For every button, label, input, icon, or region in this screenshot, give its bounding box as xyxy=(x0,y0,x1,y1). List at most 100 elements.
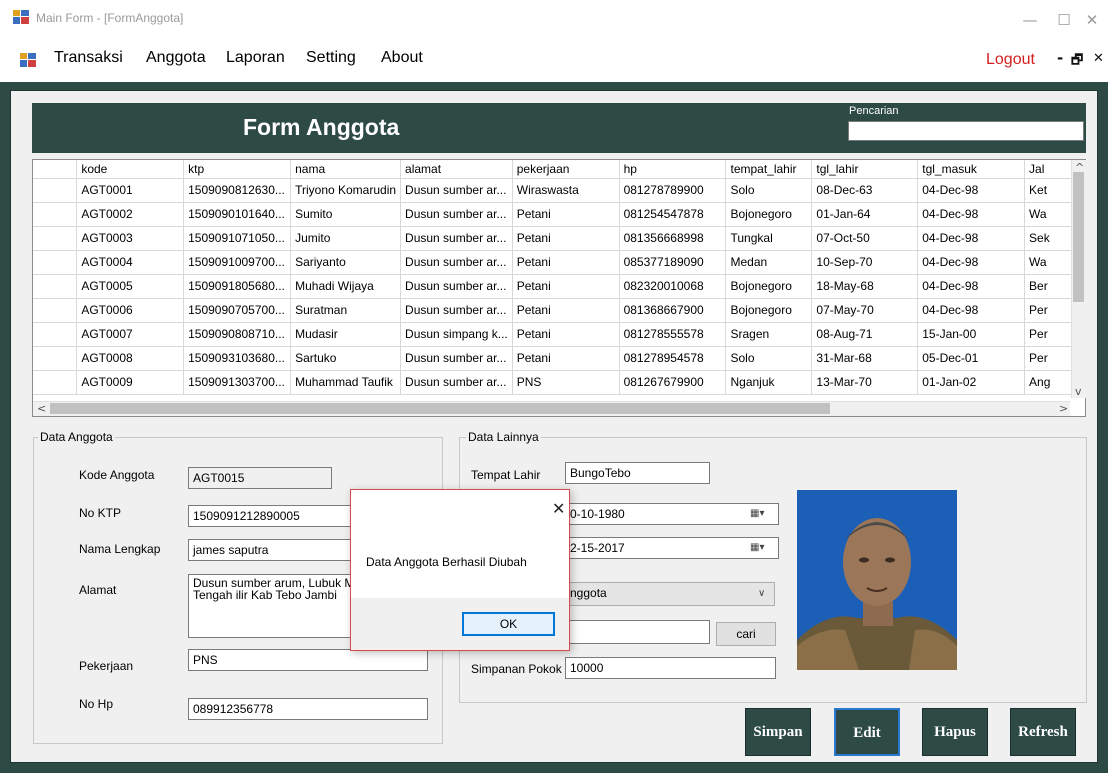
table-row[interactable]: AGT0008 1509093103680... Sartuko Dusun sumb… xyxy=(33,346,1085,371)
table-cell[interactable]: 08-Dec-63 xyxy=(811,178,919,203)
scroll-up-icon[interactable]: ^ xyxy=(1075,161,1084,174)
table-cell[interactable]: Solo xyxy=(725,346,813,371)
scroll-left-icon[interactable]: < xyxy=(37,402,46,415)
table-cell[interactable]: Suratman xyxy=(290,298,402,323)
table-cell[interactable]: Petani xyxy=(512,298,620,323)
table-cell[interactable]: AGT0008 xyxy=(76,346,185,371)
table-cell[interactable]: AGT0005 xyxy=(76,274,185,299)
cari-button[interactable]: cari xyxy=(716,622,776,646)
table-cell[interactable]: 082320010068 xyxy=(619,274,727,299)
no-hp-field[interactable]: 089912356778 xyxy=(188,698,428,720)
table-cell[interactable]: Dusun sumber ar... xyxy=(400,202,513,227)
table-cell[interactable]: Dusun simpang k... xyxy=(400,322,513,347)
table-cell[interactable]: AGT0009 xyxy=(76,370,185,395)
mdi-close-button[interactable]: ✕ xyxy=(1093,51,1104,66)
table-cell[interactable]: Dusun sumber ar... xyxy=(400,298,513,323)
tempat-lahir-field[interactable]: BungoTebo xyxy=(565,462,710,484)
table-cell[interactable]: 05-Dec-01 xyxy=(917,346,1026,371)
table-cell[interactable]: Bojonegoro xyxy=(725,274,813,299)
table-cell[interactable]: Triyono Komarudin xyxy=(290,178,402,203)
column-header[interactable]: nama xyxy=(290,160,402,179)
table-cell[interactable]: 1509093103680... xyxy=(183,346,292,371)
row-header[interactable] xyxy=(33,370,78,395)
table-cell[interactable]: Bojonegoro xyxy=(725,298,813,323)
anggota-grid[interactable]: kode ktp nama alamat pekerjaan hp tempat… xyxy=(32,159,1086,417)
simpanan-pokok-field[interactable]: 10000 xyxy=(565,657,776,679)
table-cell[interactable]: Dusun sumber ar... xyxy=(400,178,513,203)
column-header[interactable]: hp xyxy=(619,160,727,179)
table-cell[interactable]: Solo xyxy=(725,178,813,203)
table-cell[interactable]: Sumito xyxy=(290,202,402,227)
menu-about[interactable]: About xyxy=(381,49,423,67)
table-cell[interactable]: 04-Dec-98 xyxy=(917,250,1026,275)
table-cell[interactable]: 081278789900 xyxy=(619,178,727,203)
close-button[interactable]: ✕ xyxy=(1077,8,1107,32)
table-cell[interactable]: Dusun sumber ar... xyxy=(400,274,513,299)
table-cell[interactable]: AGT0002 xyxy=(76,202,185,227)
row-header[interactable] xyxy=(33,178,78,203)
scroll-down-icon[interactable]: v xyxy=(1075,385,1082,398)
row-header[interactable] xyxy=(33,346,78,371)
column-header[interactable]: ktp xyxy=(183,160,292,179)
table-cell[interactable]: Muhammad Taufik xyxy=(290,370,402,395)
table-cell[interactable]: AGT0006 xyxy=(76,298,185,323)
row-header[interactable] xyxy=(33,226,78,251)
table-cell[interactable]: 1509091071050... xyxy=(183,226,292,251)
column-header[interactable]: tgl_masuk xyxy=(917,160,1026,179)
table-cell[interactable]: AGT0004 xyxy=(76,250,185,275)
status-combobox[interactable]: nggota xyxy=(565,582,775,606)
row-header[interactable] xyxy=(33,274,78,299)
table-row[interactable]: AGT0001 1509090812630... Triyono Komarudin… xyxy=(33,178,1085,203)
logout-link[interactable]: Logout xyxy=(986,51,1035,69)
column-header[interactable]: pekerjaan xyxy=(512,160,620,179)
chevron-down-icon[interactable]: ∨ xyxy=(758,588,765,599)
table-cell[interactable]: 01-Jan-64 xyxy=(811,202,919,227)
table-cell[interactable]: 04-Dec-98 xyxy=(917,298,1026,323)
table-cell[interactable]: PNS xyxy=(512,370,620,395)
menu-transaksi[interactable]: Transaksi xyxy=(54,49,123,67)
calendar-dropdown-icon[interactable]: ▦▾ xyxy=(750,508,764,519)
table-cell[interactable]: Sariyanto xyxy=(290,250,402,275)
table-cell[interactable]: 1509091805680... xyxy=(183,274,292,299)
table-cell[interactable]: 07-Oct-50 xyxy=(811,226,919,251)
table-row[interactable]: AGT0003 1509091071050... Jumito Dusun sumbe… xyxy=(33,226,1085,251)
menu-anggota[interactable]: Anggota xyxy=(146,49,206,67)
table-cell[interactable]: Petani xyxy=(512,226,620,251)
table-cell[interactable]: 10-Sep-70 xyxy=(811,250,919,275)
grid-horizontal-scroll-thumb[interactable] xyxy=(50,403,830,414)
table-row[interactable]: AGT0002 1509090101640... Sumito Dusun sumbe… xyxy=(33,202,1085,227)
column-header[interactable]: kode xyxy=(76,160,185,179)
table-cell[interactable]: 085377189090 xyxy=(619,250,727,275)
table-cell[interactable]: 1509090808710... xyxy=(183,322,292,347)
table-cell[interactable]: 1509090101640... xyxy=(183,202,292,227)
maximize-button[interactable]: ☐ xyxy=(1049,8,1079,32)
table-cell[interactable]: 08-Aug-71 xyxy=(811,322,919,347)
table-cell[interactable]: 31-Mar-68 xyxy=(811,346,919,371)
table-cell[interactable]: Petani xyxy=(512,346,620,371)
kode-anggota-field[interactable]: AGT0015 xyxy=(188,467,332,489)
table-cell[interactable]: 1509090812630... xyxy=(183,178,292,203)
table-cell[interactable]: Jumito xyxy=(290,226,402,251)
column-header[interactable]: tgl_lahir xyxy=(811,160,919,179)
row-header[interactable] xyxy=(33,250,78,275)
table-row[interactable]: AGT0009 1509091303700... Muhammad Taufik Du… xyxy=(33,370,1085,395)
table-cell[interactable]: 081278555578 xyxy=(619,322,727,347)
table-cell[interactable]: Petani xyxy=(512,322,620,347)
table-cell[interactable]: AGT0003 xyxy=(76,226,185,251)
table-cell[interactable]: 04-Dec-98 xyxy=(917,274,1026,299)
table-cell[interactable]: Sragen xyxy=(725,322,813,347)
table-cell[interactable]: Sartuko xyxy=(290,346,402,371)
row-header[interactable] xyxy=(33,322,78,347)
table-row[interactable]: AGT0006 1509090705700... Suratman Dusun sum… xyxy=(33,298,1085,323)
mdi-restore-button[interactable]: 🗗 xyxy=(1071,51,1083,73)
row-header[interactable] xyxy=(33,202,78,227)
table-cell[interactable]: Mudasir xyxy=(290,322,402,347)
table-cell[interactable]: 1509091009700... xyxy=(183,250,292,275)
table-cell[interactable]: 04-Dec-98 xyxy=(917,226,1026,251)
pekerjaan-field[interactable]: PNS xyxy=(188,649,428,671)
table-cell[interactable]: Dusun sumber ar... xyxy=(400,346,513,371)
edit-button[interactable]: Edit xyxy=(834,708,900,756)
table-cell[interactable]: 18-May-68 xyxy=(811,274,919,299)
table-cell[interactable]: 01-Jan-02 xyxy=(917,370,1026,395)
table-row[interactable]: AGT0005 1509091805680... Muhadi Wijaya Dusu… xyxy=(33,274,1085,299)
